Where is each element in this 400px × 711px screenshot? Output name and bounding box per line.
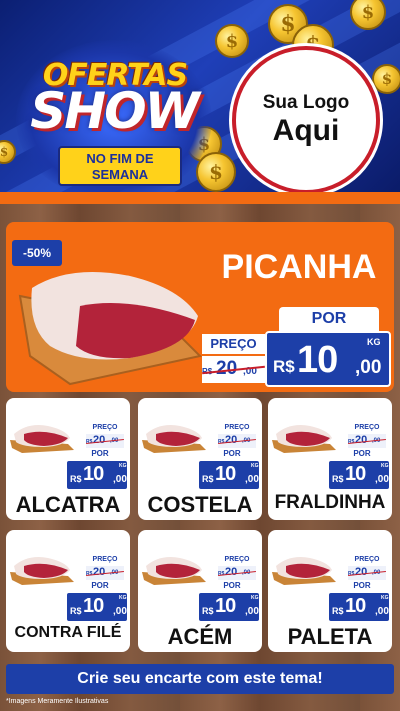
price-unit: KG	[367, 337, 381, 347]
old-int: 20	[93, 434, 106, 446]
card-old-price: R$20,00	[218, 434, 256, 448]
card-new-price: R$ 10 ,00 KG	[66, 460, 128, 490]
meat-cut-icon	[10, 557, 74, 585]
new-currency: R$	[273, 357, 295, 376]
featured-new-price: R$ 10 ,00 KG	[265, 331, 391, 387]
logo-line1: Sua Logo	[262, 92, 350, 113]
card-preco-label: PREÇO	[348, 554, 386, 566]
old-int: 20	[93, 566, 106, 578]
card-new-price: R$ 10 ,00 KG	[198, 592, 260, 622]
new-dec: ,00	[113, 474, 127, 485]
new-int: 10	[345, 463, 366, 485]
card-preco-label: PREÇO	[86, 422, 124, 434]
price-unit: KG	[251, 595, 259, 601]
product-card[interactable]: PREÇOR$20,00POR R$10 ,00 KG PALETA	[268, 530, 392, 652]
card-product-name: ALCATRA	[15, 492, 121, 517]
card-new-price: R$ 10 ,00 KG	[66, 592, 128, 622]
card-product-name: PALETA	[287, 624, 373, 649]
gold-coin-icon: $	[350, 0, 386, 30]
featured-old-price: R$ 20 ,00	[202, 356, 265, 383]
card-product-name: FRALDINHA	[274, 492, 386, 513]
weekend-line2: SEMANA	[91, 167, 149, 182]
new-dec: ,00	[375, 606, 389, 617]
featured-por-label: POR	[279, 307, 379, 331]
card-new-price: R$ 10 ,00 KG	[328, 592, 390, 622]
new-currency: R$	[70, 474, 82, 484]
old-int: 20	[225, 434, 238, 446]
new-dec: ,00	[245, 606, 259, 617]
product-card[interactable]: PREÇOR$20,00POR R$10 ,00 KG CONTRA FILÉ	[6, 530, 130, 652]
card-preco-label: PREÇO	[218, 554, 256, 566]
logo-line2: Aqui	[272, 114, 340, 147]
new-dec: ,00	[375, 474, 389, 485]
new-int: 10	[83, 595, 104, 617]
card-old-price: R$20,00	[348, 434, 386, 448]
card-por-label: POR	[338, 580, 386, 592]
price-unit: KG	[119, 595, 127, 601]
new-dec: ,00	[355, 357, 382, 378]
meat-cut-icon	[142, 557, 206, 585]
card-por-label: POR	[76, 448, 124, 460]
cta-button[interactable]: Crie seu encarte com este tema!	[6, 664, 394, 694]
card-product-name: ACÉM	[167, 624, 233, 649]
gold-coin-icon: $	[215, 24, 249, 58]
orange-divider	[0, 192, 400, 204]
card-new-price: R$ 10 ,00 KG	[328, 460, 390, 490]
gold-coin-icon: $	[372, 64, 400, 94]
meat-cut-icon	[10, 425, 74, 453]
logo-placeholder[interactable]: Sua Logo Aqui	[232, 46, 380, 194]
new-int: 10	[297, 339, 338, 381]
weekend-line1: NO FIM DE	[86, 151, 154, 166]
brand-show: SHOW	[30, 82, 200, 140]
price-unit: KG	[381, 595, 389, 601]
card-preco-label: PREÇO	[348, 422, 386, 434]
card-por-label: POR	[208, 448, 256, 460]
new-currency: R$	[332, 606, 344, 616]
product-card[interactable]: PREÇOR$20,00POR R$10 ,00 KG FRALDINHA	[268, 398, 392, 520]
new-int: 10	[215, 463, 236, 485]
card-por-label: POR	[76, 580, 124, 592]
old-int: 20	[355, 566, 368, 578]
card-new-price: R$ 10 ,00 KG	[198, 460, 260, 490]
discount-badge: -50%	[12, 240, 62, 266]
card-old-price: R$20,00	[86, 434, 124, 448]
disclaimer: *Imagens Meramente Ilustrativas	[6, 698, 109, 705]
new-currency: R$	[202, 606, 214, 616]
meat-cut-icon	[142, 425, 206, 453]
price-unit: KG	[119, 463, 127, 469]
card-old-price: R$20,00	[348, 566, 386, 580]
header-banner: $ $ $ $ $ $ $ $ OFERTAS SHOW NO FIM DE S…	[0, 0, 400, 202]
card-preco-label: PREÇO	[86, 554, 124, 566]
card-old-price: R$20,00	[218, 566, 256, 580]
card-preco-label: PREÇO	[218, 422, 256, 434]
new-int: 10	[215, 595, 236, 617]
card-product-name: CONTRA FILÉ	[14, 624, 122, 641]
old-int: 20	[355, 434, 368, 446]
featured-product-name: PICANHA	[221, 248, 377, 286]
product-card[interactable]: PREÇOR$20,00POR R$10 ,00 KG COSTELA	[138, 398, 262, 520]
meat-cut-icon	[272, 425, 336, 453]
product-card[interactable]: PREÇOR$20,00POR R$10 ,00 KG ACÉM	[138, 530, 262, 652]
gold-coin-icon: $	[196, 152, 236, 192]
card-por-label: POR	[208, 580, 256, 592]
old-int: 20	[225, 566, 238, 578]
new-int: 10	[345, 595, 366, 617]
new-int: 10	[83, 463, 104, 485]
featured-preco-label: PREÇO	[202, 334, 265, 354]
meat-cut-icon	[272, 557, 336, 585]
product-card[interactable]: PREÇOR$20,00POR R$10 ,00 KG ALCATRA	[6, 398, 130, 520]
new-currency: R$	[332, 474, 344, 484]
card-por-label: POR	[338, 448, 386, 460]
new-dec: ,00	[245, 474, 259, 485]
new-currency: R$	[202, 474, 214, 484]
new-currency: R$	[70, 606, 82, 616]
price-unit: KG	[381, 463, 389, 469]
new-dec: ,00	[113, 606, 127, 617]
price-unit: KG	[251, 463, 259, 469]
card-old-price: R$20,00	[86, 566, 124, 580]
weekend-label: NO FIM DE SEMANA	[58, 146, 182, 186]
card-product-name: COSTELA	[147, 492, 253, 517]
